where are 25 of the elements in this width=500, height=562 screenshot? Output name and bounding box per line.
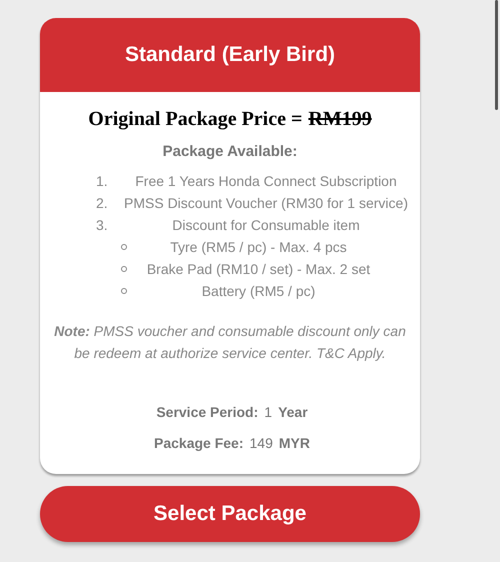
note-text: Note: PMSS voucher and consumable discount only can be redeem at authorize service center. T&C Apply. [53, 322, 407, 363]
card-title: Standard (Early Bird) [124, 42, 336, 68]
detail-value: 149 [250, 434, 273, 453]
detail-label: Package Fee: [154, 434, 244, 453]
select-package-button[interactable]: Select Package [40, 486, 420, 542]
bullet-icon [121, 288, 127, 294]
list-item: Battery (RM5 / pc) [200, 282, 316, 301]
scrollbar-thumb[interactable] [495, 0, 498, 110]
list-item: Tyre (RM5 / pc) - Max. 4 pcs [169, 238, 348, 257]
list-item: Free 1 Years Honda Connect Subscription [134, 172, 398, 191]
list-number: 1. [96, 172, 109, 191]
list-item: PMSS Discount Voucher (RM30 for 1 service) [123, 194, 409, 213]
detail-value: 1 [264, 403, 272, 422]
list-heading: Package Available: [162, 143, 298, 160]
detail-unit: MYR [278, 434, 310, 453]
price-label: Original Package Price = [88, 107, 302, 132]
bullet-icon [121, 266, 127, 272]
detail-unit: Year [278, 403, 308, 422]
original-price: RM199 [308, 107, 372, 132]
list-item: Discount for Consumable item [171, 216, 361, 235]
bullet-icon [121, 244, 127, 250]
list-number: 2. [96, 194, 109, 213]
list-item: Brake Pad (RM10 / set) - Max. 2 set [146, 260, 372, 279]
detail-label: Service Period: [156, 403, 258, 422]
list-number: 3. [96, 216, 109, 235]
